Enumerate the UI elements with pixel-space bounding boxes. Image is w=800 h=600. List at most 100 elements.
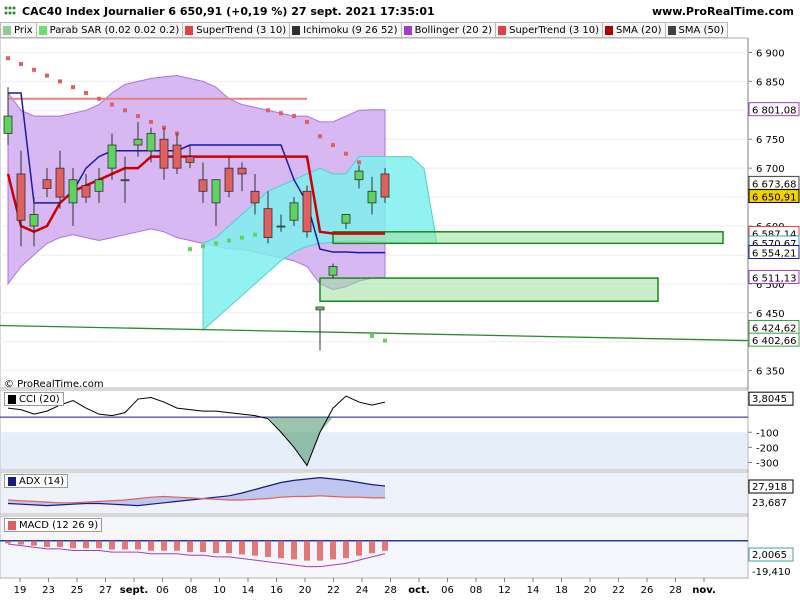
macd-bar bbox=[161, 540, 167, 551]
x-tick-label: 06 bbox=[156, 585, 169, 596]
y-tick-label: -300 bbox=[756, 458, 779, 469]
x-tick-label: 14 bbox=[527, 585, 540, 596]
candle-body bbox=[16, 173, 26, 221]
macd-bar bbox=[148, 540, 154, 551]
macd-bar bbox=[356, 540, 362, 556]
x-tick-label: sept. bbox=[120, 585, 148, 596]
indicator-panel-label[interactable]: MACD (12 26 9) bbox=[4, 518, 103, 532]
macd-bar bbox=[70, 540, 76, 549]
candle-body bbox=[354, 170, 364, 181]
sar-dot bbox=[45, 73, 49, 78]
x-tick-label: 22 bbox=[612, 585, 625, 596]
sar-dot bbox=[32, 67, 36, 72]
sar-dot bbox=[331, 143, 335, 148]
macd-bar bbox=[304, 540, 310, 561]
candle-body bbox=[367, 190, 377, 204]
adx-value-label: 27,918 bbox=[752, 482, 787, 493]
sar-dot bbox=[110, 102, 114, 107]
sar-dot bbox=[266, 108, 270, 113]
macd-bar bbox=[122, 540, 128, 550]
cci-value-label: 3,8045 bbox=[752, 394, 787, 405]
sar-dot bbox=[214, 241, 218, 246]
x-tick-label: 08 bbox=[470, 585, 483, 596]
sar-dot bbox=[6, 56, 10, 61]
candle-body bbox=[302, 190, 312, 233]
macd-bar bbox=[96, 540, 102, 549]
macd-bar bbox=[278, 540, 284, 559]
x-tick-label: 28 bbox=[384, 585, 397, 596]
x-tick-label: 10 bbox=[213, 585, 226, 596]
macd-bar bbox=[57, 540, 63, 547]
x-tick-label: 19 bbox=[14, 585, 27, 596]
sar-dot bbox=[253, 232, 257, 237]
indicator-name: CCI (20) bbox=[19, 393, 60, 405]
price-label: 6 673,68 bbox=[752, 179, 797, 190]
price-label: 6 801,08 bbox=[752, 106, 797, 117]
price-label: 6 650,91 bbox=[752, 193, 797, 204]
macd-bar bbox=[200, 540, 206, 552]
macd-bar bbox=[83, 540, 89, 549]
indicator-name: ADX (14) bbox=[19, 475, 65, 487]
sar-dot bbox=[292, 114, 296, 119]
price-label: 6 554,21 bbox=[752, 249, 797, 260]
candle-body bbox=[315, 306, 325, 311]
cci-bg-top bbox=[1, 391, 747, 434]
price-label: 6 402,66 bbox=[752, 336, 797, 347]
macd-bar bbox=[382, 540, 388, 551]
indicator-name: MACD (12 26 9) bbox=[19, 519, 99, 531]
sar-dot bbox=[318, 134, 322, 139]
candle-body bbox=[211, 179, 221, 204]
indicator-panel-label[interactable]: CCI (20) bbox=[4, 392, 64, 406]
support-zone bbox=[319, 277, 659, 302]
x-tick-label: 27 bbox=[99, 585, 112, 596]
candle-body bbox=[250, 190, 260, 204]
sar-dot bbox=[188, 247, 192, 252]
candle-body bbox=[380, 173, 390, 198]
macd-bar bbox=[369, 540, 375, 554]
macd-bar bbox=[317, 540, 323, 561]
candle-body bbox=[224, 167, 234, 192]
indicator-swatch-icon bbox=[8, 394, 16, 404]
copyright-text: © ProRealTime.com bbox=[4, 379, 104, 390]
x-tick-label: 25 bbox=[71, 585, 84, 596]
candle-body bbox=[159, 138, 169, 169]
candle-body bbox=[328, 266, 338, 276]
sar-dot bbox=[305, 119, 309, 124]
macd-bar bbox=[109, 540, 115, 550]
macd-bar bbox=[213, 540, 219, 554]
candle-body bbox=[146, 133, 156, 152]
x-tick-label: 26 bbox=[641, 585, 654, 596]
macd-bar bbox=[135, 540, 141, 550]
candle-body bbox=[107, 144, 117, 169]
sar-dot bbox=[357, 160, 361, 165]
indicator-swatch-icon bbox=[8, 476, 16, 486]
sar-dot bbox=[344, 151, 348, 156]
x-tick-label: 14 bbox=[242, 585, 255, 596]
sar-dot bbox=[240, 235, 244, 240]
candle-body bbox=[276, 225, 286, 228]
price-label: 6 511,13 bbox=[752, 273, 797, 284]
y-tick-label: 6 750 bbox=[756, 135, 785, 146]
candle-body bbox=[263, 208, 273, 238]
macd-bar bbox=[31, 540, 37, 546]
candle-body bbox=[185, 156, 195, 163]
macd-bar bbox=[265, 540, 271, 557]
sar-dot bbox=[84, 90, 88, 95]
x-tick-label: 20 bbox=[584, 585, 597, 596]
x-tick-label: 20 bbox=[299, 585, 312, 596]
candle-body bbox=[3, 115, 13, 134]
cci-bg-low bbox=[1, 432, 747, 469]
x-tick-label: 24 bbox=[356, 585, 369, 596]
sar-dot bbox=[123, 108, 127, 113]
chart-canvas[interactable]: 6 9006 8506 8006 7506 7006 6506 6006 550… bbox=[0, 0, 800, 600]
macd-bar bbox=[343, 540, 349, 559]
candle-body bbox=[29, 214, 39, 227]
indicator-panel-label[interactable]: ADX (14) bbox=[4, 474, 69, 488]
macd-bar bbox=[18, 540, 24, 545]
sar-dot bbox=[58, 79, 62, 84]
x-tick-label: 22 bbox=[327, 585, 340, 596]
sar-dot bbox=[19, 62, 23, 67]
candle-body bbox=[81, 185, 91, 198]
x-tick-label: 08 bbox=[185, 585, 198, 596]
x-tick-label: 16 bbox=[270, 585, 283, 596]
